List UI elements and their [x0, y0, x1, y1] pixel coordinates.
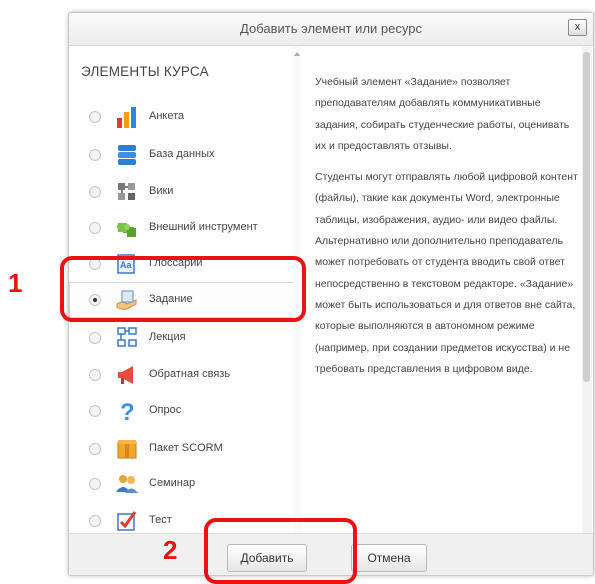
lesson-icon — [117, 327, 137, 347]
radio-external-tool[interactable] — [89, 222, 101, 234]
radio-choice[interactable] — [89, 405, 101, 417]
module-item-survey[interactable]: Анкета — [69, 99, 293, 135]
module-label: Пакет SCORM — [149, 442, 223, 454]
module-item-lesson[interactable]: Лекция — [69, 320, 293, 356]
step1-callout: 1 — [8, 268, 23, 298]
module-label: Обратная связь — [149, 368, 231, 380]
module-label: Лекция — [149, 331, 186, 343]
svg-text:?: ? — [120, 399, 135, 424]
module-item-database[interactable]: База данных — [69, 137, 293, 173]
radio-feedback[interactable] — [89, 369, 101, 381]
description-paragraph: Студенты могут отправлять любой цифровой… — [315, 171, 578, 375]
cancel-button[interactable]: Отмена — [351, 544, 427, 572]
radio-scorm[interactable] — [89, 443, 101, 455]
radio-workshop[interactable] — [89, 478, 101, 490]
step2-callout: 2 — [163, 535, 178, 565]
radio-lesson[interactable] — [89, 332, 101, 344]
description-scrollbar[interactable] — [582, 46, 592, 533]
radio-quiz[interactable] — [89, 515, 101, 527]
scrollbar-thumb[interactable] — [583, 52, 590, 382]
megaphone-icon — [118, 366, 133, 384]
radio-survey[interactable] — [89, 111, 101, 123]
description-paragraph: Учебный элемент «Задание» позволяет преп… — [315, 76, 570, 152]
module-item-external-tool[interactable]: Внешний инструмент — [69, 210, 293, 246]
people-icon — [116, 475, 138, 493]
module-label: Внешний инструмент — [149, 221, 258, 233]
dialog-titlebar: Добавить элемент или ресурс x — [69, 13, 593, 46]
module-label: Тест — [149, 514, 172, 526]
radio-wiki[interactable] — [89, 186, 101, 198]
highlight-frame-step1 — [60, 256, 306, 322]
module-label: Вики — [149, 185, 174, 197]
module-label: Опрос — [149, 404, 182, 416]
survey-icon — [117, 107, 136, 128]
close-button[interactable]: x — [568, 19, 587, 36]
section-title: ЭЛЕМЕНТЫ КУРСА — [81, 64, 209, 79]
module-item-wiki[interactable]: Вики — [69, 174, 293, 210]
checkmark-icon — [117, 511, 137, 531]
highlight-frame-step2 — [204, 518, 357, 584]
scroll-up-arrow-icon[interactable] — [294, 52, 300, 56]
wiki-icon — [118, 183, 135, 200]
module-item-choice[interactable]: ? Опрос — [69, 393, 293, 429]
external-tool-icon — [117, 223, 136, 237]
module-item-feedback[interactable]: Обратная связь — [69, 357, 293, 393]
module-label: Семинар — [149, 477, 196, 489]
description-panel: Учебный элемент «Задание» позволяет преп… — [315, 46, 579, 533]
module-label: База данных — [149, 148, 215, 160]
radio-database[interactable] — [89, 149, 101, 161]
package-icon — [117, 440, 137, 459]
dialog-title: Добавить элемент или ресурс — [240, 21, 422, 36]
module-item-workshop[interactable]: Семинар — [69, 466, 293, 502]
database-icon — [118, 145, 136, 165]
module-label: Анкета — [149, 110, 185, 122]
module-item-scorm[interactable]: Пакет SCORM — [69, 431, 293, 467]
question-mark-icon: ? — [120, 399, 135, 424]
